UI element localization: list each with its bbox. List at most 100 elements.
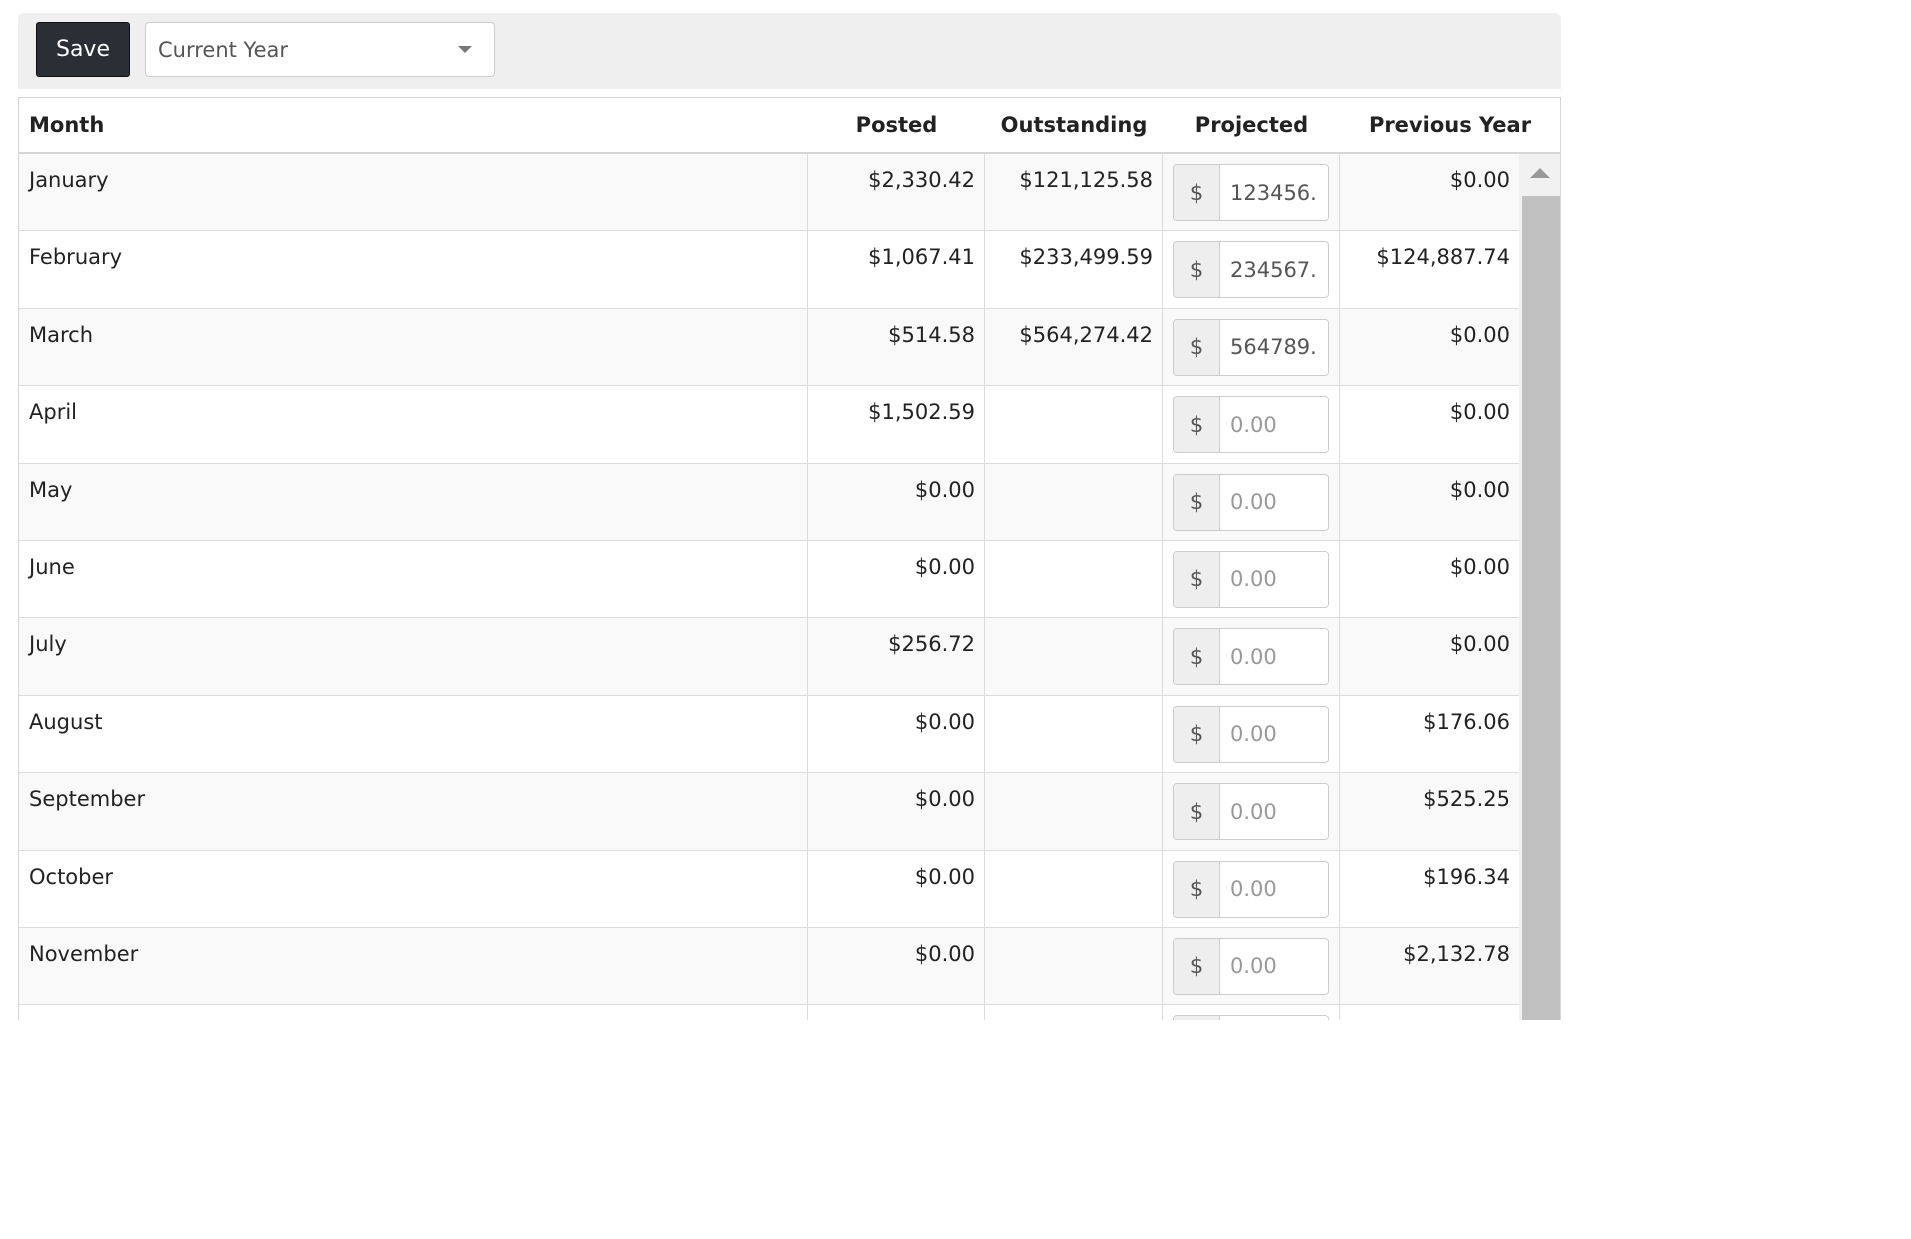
table-body: January$2,330.42$121,125.58$$0.00Februar… xyxy=(19,154,1519,1020)
projected-input[interactable] xyxy=(1220,165,1328,220)
toolbar: Save Current Year xyxy=(18,13,1561,89)
projected-input[interactable] xyxy=(1220,629,1328,685)
save-button[interactable]: Save xyxy=(36,22,130,77)
table-scrollbar[interactable] xyxy=(1519,154,1560,1020)
cell-projected: $ xyxy=(1163,540,1340,618)
cell-outstanding xyxy=(985,695,1163,773)
cell-outstanding: $564,274.42 xyxy=(985,308,1163,386)
column-header-outstanding: Outstanding xyxy=(1000,113,1148,137)
cell-previous-year: $2,132.78 xyxy=(1403,941,1510,966)
chevron-down-icon xyxy=(458,46,472,53)
cell-previous-year xyxy=(1340,1005,1519,1020)
cell-month: September xyxy=(19,773,808,850)
cell-outstanding: $121,125.58 xyxy=(985,154,1163,231)
table-row: April$1,502.59 $ $0.00 xyxy=(19,386,1519,464)
projected-input[interactable] xyxy=(1220,474,1328,530)
budget-table: Month Posted Outstanding Projected Previ… xyxy=(18,97,1561,1020)
dollar-sign-addon: $ xyxy=(1174,397,1220,453)
cell-month xyxy=(19,1005,808,1020)
scrollbar-thumb[interactable] xyxy=(1522,196,1560,1020)
cell-posted: $1,067.41 xyxy=(808,231,985,308)
scroll-up-arrow-icon[interactable] xyxy=(1530,168,1550,178)
projected-input-group: $ xyxy=(1173,396,1329,454)
projected-input-group: $ xyxy=(1173,937,1329,995)
cell-projected: $ xyxy=(1163,927,1340,1005)
cell-projected: $ xyxy=(1163,773,1340,850)
dollar-sign-addon: $ xyxy=(1174,474,1220,530)
cell-posted: $0.00 xyxy=(808,850,985,927)
cell-posted: $2,330.42 xyxy=(808,154,985,231)
cell-previous-year: $124,887.74 xyxy=(1376,245,1510,270)
table-row: May$0.00$$0.00 xyxy=(19,463,1519,541)
cell-outstanding xyxy=(985,850,1163,927)
column-header-month: Month xyxy=(29,113,105,137)
cell-previous-year: $176.06 xyxy=(1423,709,1510,734)
cell-projected: $ xyxy=(1163,1005,1340,1020)
table-row: January$2,330.42$121,125.58$ $0.00 xyxy=(19,154,1519,232)
projected-input-group: $ xyxy=(1173,164,1329,221)
column-header-posted: Posted xyxy=(855,113,938,137)
cell-previous-year: $525.25 xyxy=(1423,787,1510,812)
cell-month: May xyxy=(19,463,808,540)
cell-outstanding xyxy=(985,463,1163,540)
dollar-sign-addon: $ xyxy=(1174,551,1220,607)
dollar-sign-addon: $ xyxy=(1174,629,1220,685)
projected-input[interactable] xyxy=(1220,319,1328,375)
cell-month: March xyxy=(19,308,808,386)
table-row: March$514.58$564,274.42$ $0.00 xyxy=(19,308,1519,387)
table-row: July$256.72 $ $0.00 xyxy=(19,618,1519,696)
cell-previous-year: $0.00 xyxy=(1449,554,1510,579)
cell-month: July xyxy=(19,618,808,695)
cell-posted: $256.72 xyxy=(808,618,985,695)
cell-outstanding xyxy=(985,386,1163,463)
cell-outstanding xyxy=(985,618,1163,695)
projected-input[interactable] xyxy=(1220,706,1328,762)
dollar-sign-addon: $ xyxy=(1174,1016,1220,1020)
projected-input[interactable] xyxy=(1220,1016,1328,1020)
table-header: Month Posted Outstanding Projected Previ… xyxy=(19,98,1560,154)
table-row: October$0.00 $ $196.34 xyxy=(19,850,1519,928)
cell-outstanding: $233,499.59 xyxy=(985,231,1163,308)
dollar-sign-addon: $ xyxy=(1174,242,1220,298)
budget-view: Save Current Year Month Posted Outstandi… xyxy=(0,0,1564,1020)
table-row: June$0.00$$0.00 xyxy=(19,540,1519,619)
projected-input-group: $ xyxy=(1173,1015,1329,1020)
cell-projected: $ xyxy=(1163,695,1340,773)
cell-posted: $514.58 xyxy=(808,308,985,386)
projected-input-group: $ xyxy=(1173,318,1329,376)
year-select-value: Current Year xyxy=(158,37,289,62)
projected-input[interactable] xyxy=(1220,242,1328,298)
projected-input-group: $ xyxy=(1173,241,1329,299)
dollar-sign-addon: $ xyxy=(1174,861,1220,917)
cell-projected: $ xyxy=(1163,231,1340,308)
cell-previous-year: $0.00 xyxy=(1449,168,1510,192)
cell-month: April xyxy=(19,386,808,463)
projected-input[interactable] xyxy=(1220,397,1328,453)
cell-month: June xyxy=(19,540,808,618)
dollar-sign-addon: $ xyxy=(1174,706,1220,762)
projected-input-group: $ xyxy=(1173,628,1329,686)
cell-projected: $ xyxy=(1163,308,1340,386)
projected-input[interactable] xyxy=(1220,861,1328,917)
cell-previous-year: $0.00 xyxy=(1449,322,1510,347)
cell-month: February xyxy=(19,231,808,308)
column-header-projected: Projected xyxy=(1194,113,1309,137)
projected-input[interactable] xyxy=(1220,938,1328,994)
dollar-sign-addon: $ xyxy=(1174,784,1220,840)
table-row: February$1,067.41$233,499.59$ $124,887.74 xyxy=(19,231,1519,309)
cell-month: January xyxy=(19,154,808,231)
year-select[interactable]: Current Year xyxy=(145,22,495,77)
projected-input[interactable] xyxy=(1220,551,1328,607)
projected-input-group: $ xyxy=(1173,550,1329,608)
table-row: September$0.00 $ $525.25 xyxy=(19,773,1519,851)
cell-projected: $ xyxy=(1163,386,1340,463)
cell-month: August xyxy=(19,695,808,773)
projected-input[interactable] xyxy=(1220,784,1328,840)
dollar-sign-addon: $ xyxy=(1174,319,1220,375)
projected-input-group: $ xyxy=(1173,473,1329,531)
cell-projected: $ xyxy=(1163,463,1340,540)
column-header-previous-year: Previous Year xyxy=(1368,113,1532,137)
cell-outstanding xyxy=(985,927,1163,1005)
cell-posted: $0.00 xyxy=(808,540,985,618)
projected-input-group: $ xyxy=(1173,705,1329,763)
